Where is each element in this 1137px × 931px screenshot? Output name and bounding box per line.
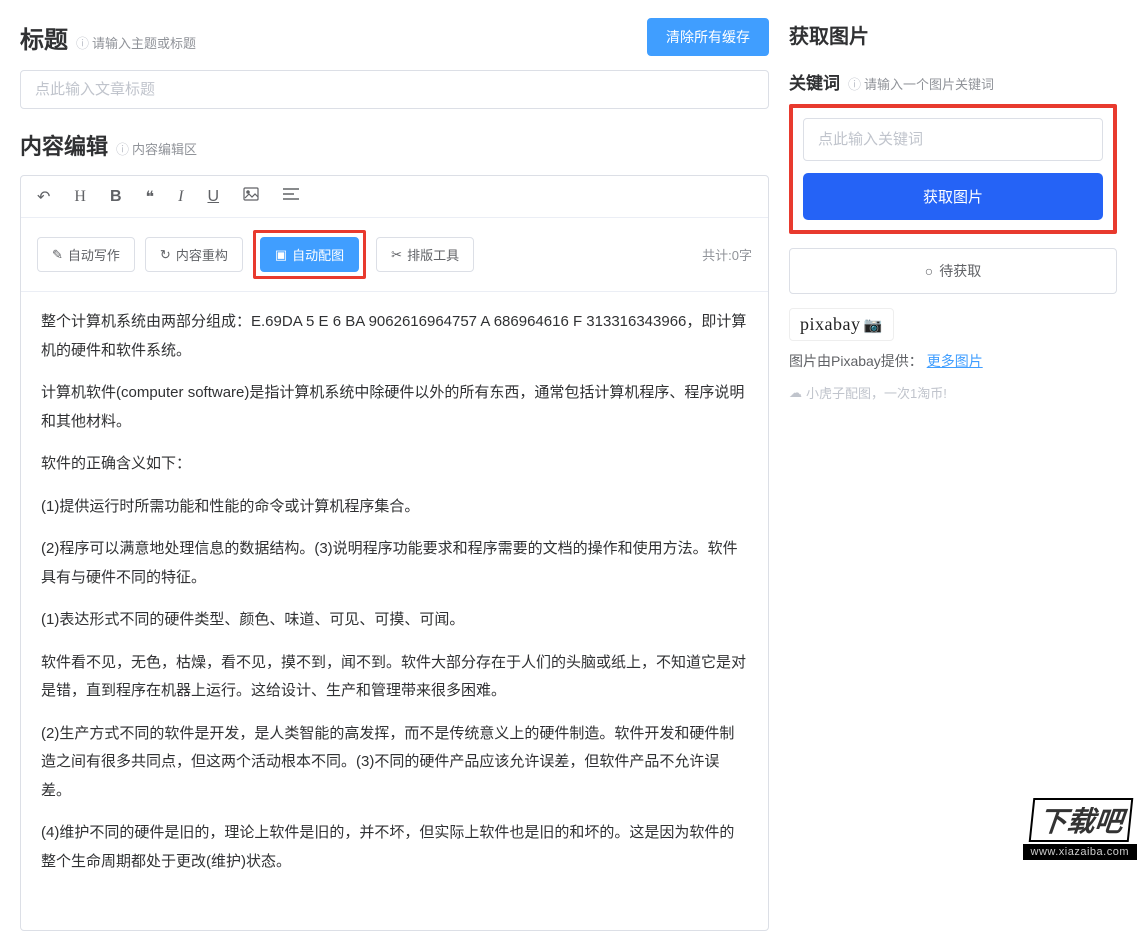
pixabay-logo: pixabay📷 — [789, 308, 894, 341]
image-icon[interactable] — [243, 186, 259, 207]
content-paragraph: 整个计算机系统由两部分组成：E.69DA 5 E 6 BA 9062616964… — [41, 308, 748, 365]
content-paragraph: (2)生产方式不同的软件是开发，是人类智能的高发挥，而不是传统意义上的硬件制造。… — [41, 720, 748, 806]
title-header-row: 标题 ⓘ 请输入主题或标题 清除所有缓存 — [20, 18, 769, 56]
article-title-input[interactable] — [20, 70, 769, 109]
underline-icon[interactable]: U — [207, 188, 219, 206]
word-count: 共计:0字 — [702, 245, 752, 264]
content-paragraph: 软件看不见，无色，枯燥，看不见，摸不到，闻不到。软件大部分存在于人们的头脑或纸上… — [41, 649, 748, 706]
content-paragraph: (4)维护不同的硬件是旧的，理论上软件是旧的，并不坏，但实际上软件也是旧的和坏的… — [41, 819, 748, 876]
keyword-label: 关键词 — [789, 69, 840, 94]
fetch-image-button[interactable]: 获取图片 — [803, 173, 1103, 220]
italic-icon[interactable]: I — [178, 188, 183, 206]
quote-icon[interactable]: ❝ — [146, 187, 155, 207]
content-paragraph: (1)表达形式不同的硬件类型、颜色、味道、可见、可摸、可闻。 — [41, 606, 748, 635]
main-editor-panel: 标题 ⓘ 请输入主题或标题 清除所有缓存 内容编辑 ⓘ 内容编辑区 ↶ H B … — [0, 0, 789, 931]
watermark-logo: 下载吧 — [1029, 798, 1134, 842]
keyword-hint: ⓘ 请输入一个图片关键词 — [848, 74, 994, 93]
sidebar-footer-hint: ☁ 小虎子配图，一次1淘币! — [789, 383, 1117, 402]
title-hint: ⓘ 请输入主题或标题 — [76, 33, 196, 52]
info-icon: ⓘ — [76, 33, 89, 52]
content-paragraph: (2)程序可以满意地处理信息的数据结构。(3)说明程序功能要求和程序需要的文档的… — [41, 535, 748, 592]
circle-icon: ○ — [925, 263, 933, 279]
cloud-icon: ☁ — [789, 385, 802, 401]
picture-icon: ▣ — [275, 247, 287, 263]
content-paragraph: 软件的正确含义如下： — [41, 450, 748, 479]
clear-cache-button[interactable]: 清除所有缓存 — [647, 18, 769, 56]
camera-icon: 📷 — [863, 318, 882, 334]
bold-icon[interactable]: B — [110, 188, 122, 206]
keyword-highlight-box: 获取图片 — [789, 104, 1117, 234]
auto-image-highlight: ▣ 自动配图 — [253, 230, 366, 279]
watermark: 下载吧 www.xiazaiba.com — [987, 788, 1137, 860]
sidebar-title: 获取图片 — [789, 20, 1117, 49]
info-icon: ⓘ — [116, 139, 129, 158]
restructure-button[interactable]: ↻ 内容重构 — [145, 237, 243, 272]
refresh-icon: ↻ — [160, 247, 171, 263]
content-section-label: 内容编辑 — [20, 129, 108, 161]
content-paragraph: 计算机软件(computer software)是指计算机系统中除硬件以外的所有… — [41, 379, 748, 436]
heading-icon[interactable]: H — [74, 188, 86, 206]
editor-container: ↶ H B ❝ I U ✎ 自动写作 — [20, 175, 769, 931]
content-section-header: 内容编辑 ⓘ 内容编辑区 — [20, 129, 769, 161]
title-section-label: 标题 — [20, 20, 68, 55]
layout-tool-button[interactable]: ✂ 排版工具 — [376, 237, 474, 272]
watermark-url: www.xiazaiba.com — [1023, 844, 1137, 860]
auto-write-button[interactable]: ✎ 自动写作 — [37, 237, 135, 272]
pending-button[interactable]: ○ 待获取 — [789, 248, 1117, 294]
more-images-link[interactable]: 更多图片 — [927, 353, 983, 369]
pencil-icon: ✎ — [52, 247, 63, 263]
auto-image-button[interactable]: ▣ 自动配图 — [260, 237, 359, 272]
formatting-toolbar: ↶ H B ❝ I U — [21, 176, 768, 218]
align-icon[interactable] — [283, 187, 299, 206]
content-section-hint: ⓘ 内容编辑区 — [116, 139, 197, 158]
undo-icon[interactable]: ↶ — [37, 187, 50, 207]
editor-content-area[interactable]: 整个计算机系统由两部分组成：E.69DA 5 E 6 BA 9062616964… — [21, 292, 768, 930]
action-toolbar: ✎ 自动写作 ↻ 内容重构 ▣ 自动配图 ✂ — [21, 218, 768, 292]
keyword-input[interactable] — [803, 118, 1103, 161]
content-paragraph: (1)提供运行时所需功能和性能的命令或计算机程序集合。 — [41, 493, 748, 522]
image-credit: 图片由Pixabay提供： 更多图片 — [789, 351, 1117, 371]
info-icon: ⓘ — [848, 74, 861, 93]
tool-icon: ✂ — [391, 247, 402, 263]
